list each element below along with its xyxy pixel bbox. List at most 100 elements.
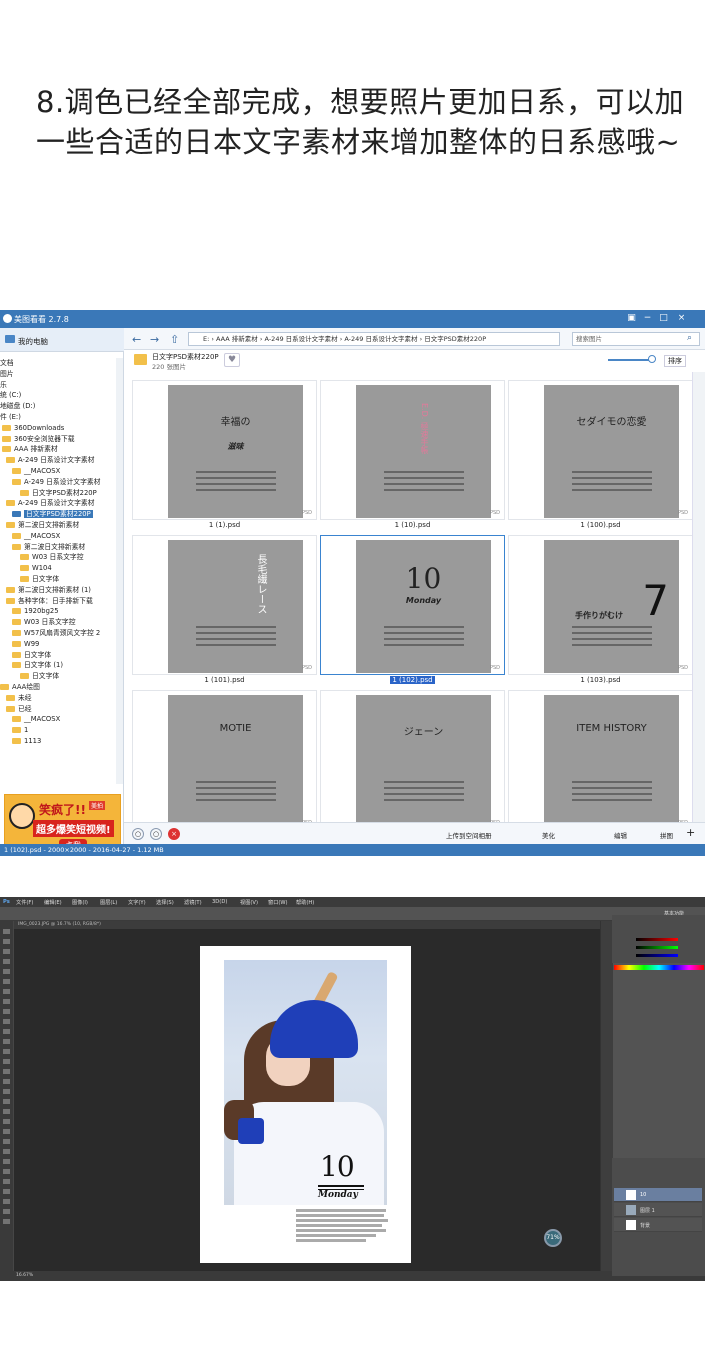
zoom-slider-knob[interactable] [648, 355, 656, 363]
ps-menu-item[interactable]: 窗口(W) [268, 899, 288, 906]
ps-menu-item[interactable]: 帮助(H) [296, 899, 314, 906]
folder-tree-item[interactable]: W03 日系文字控 [0, 552, 116, 563]
green-slider[interactable] [636, 946, 678, 949]
ps-tool-icon[interactable] [3, 949, 10, 954]
delete-icon[interactable]: × [168, 828, 180, 840]
ps-tool-icon[interactable] [3, 959, 10, 964]
thumbnail-card[interactable]: E.D. 極速手帳 PSD [320, 380, 505, 520]
forward-arrow-icon[interactable]: → [150, 333, 159, 346]
folder-tree-item[interactable]: A-249 日系设计文字素材 [0, 455, 116, 466]
folder-tree-item[interactable]: W03 日系文字控 [0, 617, 116, 628]
folder-tree-item[interactable]: 文档 [0, 358, 116, 369]
rotate-right-icon[interactable]: ○ [150, 828, 162, 840]
ps-menu-item[interactable]: 视图(V) [240, 899, 258, 906]
ps-tool-icon[interactable] [3, 969, 10, 974]
ps-tool-icon[interactable] [3, 1009, 10, 1014]
sort-button[interactable]: 排序 [664, 355, 686, 367]
folder-tree-item[interactable]: 统 (C:) [0, 390, 116, 401]
ps-menu-item[interactable]: 滤镜(T) [184, 899, 202, 906]
red-slider[interactable] [636, 938, 678, 941]
thumbnail-card[interactable]: 7 手作りがむけ PSD [508, 535, 693, 675]
collage-button[interactable]: 拼图 [660, 830, 673, 840]
folder-tree-item[interactable]: 未经 [0, 693, 116, 704]
ps-tool-icon[interactable] [3, 1049, 10, 1054]
folder-tree-item[interactable]: A-249 日系设计文字素材 [0, 498, 116, 509]
navigator-badge[interactable]: 71% [544, 1229, 562, 1247]
folder-tree-item[interactable]: AAA绘图 [0, 682, 116, 693]
thumbnail-label[interactable]: 1 (102).psd [320, 676, 505, 684]
folder-tree-item[interactable]: 日文字体 [0, 574, 116, 585]
add-icon[interactable]: + [686, 826, 695, 839]
folder-tree-item[interactable]: __MACOSX [0, 714, 116, 725]
upload-album-button[interactable]: 上传到空间相册 [446, 830, 492, 840]
document-tab[interactable]: IMG_0023.JPG @ 16.7% (10, RGB/8*) [14, 921, 600, 929]
thumbnail-label[interactable]: 1 (10).psd [320, 521, 505, 529]
beautify-button[interactable]: 美化 [542, 830, 555, 840]
folder-tree-item[interactable]: 360Downloads [0, 423, 116, 434]
folder-tree-item[interactable]: 日文字体 [0, 650, 116, 661]
thumbnail-card[interactable]: ITEM HISTORYPSD [508, 690, 693, 822]
edit-button[interactable]: 编辑 [614, 830, 627, 840]
layer-row[interactable]: 背景 [614, 1218, 702, 1232]
thumbnail-label[interactable]: 1 (1).psd [132, 521, 317, 529]
ps-tool-icon[interactable] [3, 1219, 10, 1224]
thumbnail-label[interactable]: 1 (103).psd [508, 676, 693, 684]
ps-tool-icon[interactable] [3, 979, 10, 984]
ps-tool-icon[interactable] [3, 1019, 10, 1024]
ps-tool-icon[interactable] [3, 1189, 10, 1194]
folder-tree-item[interactable]: 乐 [0, 380, 116, 391]
folder-tree-item[interactable]: __MACOSX [0, 531, 116, 542]
ps-tool-icon[interactable] [3, 1089, 10, 1094]
ps-tool-icon[interactable] [3, 1129, 10, 1134]
ps-menu-item[interactable]: 编辑(E) [44, 899, 62, 906]
my-computer-header[interactable]: 我的电脑 [0, 328, 124, 352]
ps-tool-icon[interactable] [3, 1109, 10, 1114]
back-arrow-icon[interactable]: ← [132, 333, 141, 346]
ps-tool-icon[interactable] [3, 1159, 10, 1164]
ps-menu-item[interactable]: 图层(L) [100, 899, 117, 906]
folder-tree-item[interactable]: 日文字体 (1) [0, 660, 116, 671]
rotate-left-icon[interactable]: ○ [132, 828, 144, 840]
folder-tree-item[interactable]: 已经 [0, 704, 116, 715]
thumbnail-card[interactable]: 長毛繊レース PSD [132, 535, 317, 675]
up-folder-icon[interactable]: ⇧ [170, 333, 179, 346]
ps-tool-icon[interactable] [3, 1069, 10, 1074]
thumbnail-card[interactable]: 10 Monday PSD [320, 535, 505, 675]
folder-tree-item[interactable]: 件 (E:) [0, 412, 116, 423]
folder-tree-item[interactable]: 1 [0, 725, 116, 736]
ps-menu-item[interactable]: 图像(I) [72, 899, 88, 906]
ps-tool-icon[interactable] [3, 1119, 10, 1124]
ps-tool-icon[interactable] [3, 1209, 10, 1214]
ps-menu-item[interactable]: 文字(Y) [128, 899, 146, 906]
folder-tree-item[interactable]: 图片 [0, 369, 116, 380]
blue-slider[interactable] [636, 954, 678, 957]
ps-menu-item[interactable]: 选择(S) [156, 899, 174, 906]
close-button[interactable]: × [676, 313, 687, 324]
search-icon[interactable]: ⌕ [687, 333, 692, 343]
folder-tree-item[interactable]: AAA 排新素材 [0, 444, 116, 455]
thumbnail-label[interactable]: 1 (100).psd [508, 521, 693, 529]
folder-tree-item[interactable]: W57风扇青颈风文字控 2 [0, 628, 116, 639]
ps-tool-icon[interactable] [3, 1139, 10, 1144]
layer-row[interactable]: 图层 1 [614, 1203, 702, 1217]
ps-tool-icon[interactable] [3, 1099, 10, 1104]
ps-tool-icon[interactable] [3, 929, 10, 934]
ps-tool-icon[interactable] [3, 1039, 10, 1044]
folder-tree-item[interactable]: 1113 [0, 736, 116, 747]
ps-tool-icon[interactable] [3, 1179, 10, 1184]
folder-tree-item[interactable]: 地磁盘 (D:) [0, 401, 116, 412]
folder-tree-item[interactable]: W104 [0, 563, 116, 574]
folder-tree-item[interactable]: 第二波日文排新素材 (1) [0, 585, 116, 596]
color-spectrum[interactable] [614, 965, 704, 970]
ps-tool-icon[interactable] [3, 999, 10, 1004]
grid-scrollbar[interactable] [692, 372, 705, 822]
folder-tree-item[interactable]: __MACOSX [0, 466, 116, 477]
ps-menu-item[interactable]: 文件(F) [16, 899, 33, 906]
maximize-button[interactable]: □ [658, 313, 669, 324]
ps-tool-icon[interactable] [3, 1199, 10, 1204]
skin-icon[interactable]: ▣ [626, 313, 637, 324]
thumbnail-label[interactable]: 1 (101).psd [132, 676, 317, 684]
thumbnail-card[interactable]: ジェーンPSD [320, 690, 505, 822]
sidebar-scrollbar[interactable] [116, 358, 123, 784]
layer-row[interactable]: 10 [614, 1188, 702, 1202]
